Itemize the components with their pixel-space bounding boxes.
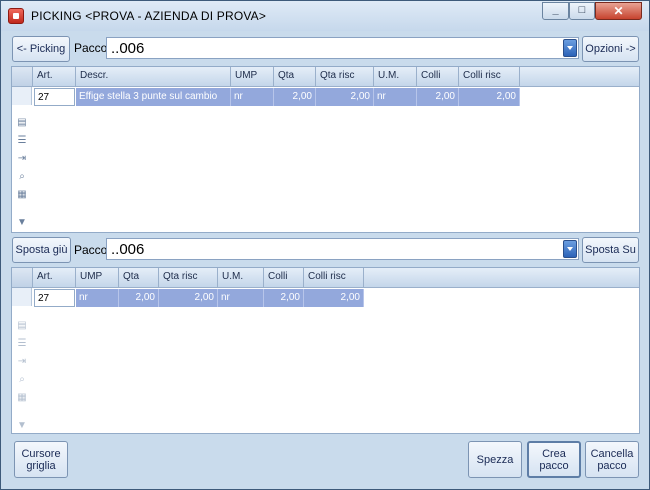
cell-ump[interactable]: nr [231, 88, 274, 106]
col-header-qta-risc[interactable]: Qta risc [159, 268, 218, 288]
col-header-um[interactable]: U.M. [218, 268, 264, 288]
maximize-icon: □ [578, 4, 586, 16]
cell-art[interactable]: 27 [34, 289, 75, 307]
pacco-value-bottom: ..006 [111, 241, 145, 258]
table-icon[interactable]: ▤ [16, 320, 28, 331]
top-grid[interactable]: Art. Descr. UMP Qta Qta risc U.M. Colli … [11, 66, 640, 233]
search-icon[interactable]: ⌕ [16, 171, 28, 182]
col-header-art[interactable]: Art. [33, 67, 76, 87]
col-header-filler [520, 67, 639, 87]
minimize-icon: _ [552, 4, 559, 16]
search-icon[interactable]: ⌕ [16, 374, 28, 385]
cell-ump[interactable]: nr [76, 289, 119, 307]
list-icon[interactable]: ☰ [16, 338, 28, 349]
pacco-combo-top[interactable]: ..006 [106, 37, 579, 59]
picking-window: PICKING <PROVA - AZIENDA DI PROVA> _ □ ✕… [0, 0, 650, 490]
row-indicator[interactable] [12, 288, 32, 306]
cell-art[interactable]: 27 [34, 88, 75, 106]
col-header-qta[interactable]: Qta [274, 67, 316, 87]
list-icon[interactable]: ☰ [16, 135, 28, 146]
cell-qta[interactable]: 2,00 [274, 88, 316, 106]
col-header-filler [364, 268, 639, 288]
grid-corner [12, 268, 33, 288]
col-header-colli-risc[interactable]: Colli risc [304, 268, 364, 288]
pacco-value-top: ..006 [111, 40, 145, 57]
move-down-button[interactable]: Sposta giù [12, 237, 71, 263]
chevron-down-icon[interactable] [563, 240, 577, 258]
row-indicator[interactable] [12, 87, 32, 105]
cell-colli[interactable]: 2,00 [417, 88, 459, 106]
pacco-label-top: Pacco [74, 41, 108, 55]
cell-colli-risc[interactable]: 2,00 [459, 88, 520, 106]
filter-icon[interactable]: ▼ [16, 217, 28, 228]
table-icon[interactable]: ▤ [16, 117, 28, 128]
grid-corner [12, 67, 33, 87]
move-up-button[interactable]: Sposta Su [582, 237, 639, 263]
insert-icon[interactable]: ⇥ [16, 153, 28, 164]
cell-um[interactable]: nr [374, 88, 417, 106]
col-header-colli[interactable]: Colli [417, 67, 459, 87]
pacco-label-bottom: Pacco [74, 243, 108, 257]
cell-um[interactable]: nr [218, 289, 264, 307]
cell-descr[interactable]: Effige stella 3 punte sul cambio [76, 88, 231, 106]
col-header-ump[interactable]: UMP [231, 67, 274, 87]
chevron-down-icon[interactable] [563, 39, 577, 57]
col-header-colli-risc[interactable]: Colli risc [459, 67, 520, 87]
col-header-descr[interactable]: Descr. [76, 67, 231, 87]
cell-qta[interactable]: 2,00 [119, 289, 159, 307]
cell-colli[interactable]: 2,00 [264, 289, 304, 307]
col-header-qta[interactable]: Qta [119, 268, 159, 288]
cell-qta-risc[interactable]: 2,00 [316, 88, 374, 106]
col-header-um[interactable]: U.M. [374, 67, 417, 87]
options-button[interactable]: Opzioni -> [582, 36, 639, 62]
columns-icon[interactable]: ▦ [16, 392, 28, 403]
split-button[interactable]: Spezza [468, 441, 522, 478]
bottom-grid[interactable]: Art. UMP Qta Qta risc U.M. Colli Colli r… [11, 267, 640, 434]
pacco-combo-bottom[interactable]: ..006 [106, 238, 579, 260]
title-bar[interactable]: PICKING <PROVA - AZIENDA DI PROVA> _ □ ✕ [1, 1, 649, 31]
close-button[interactable]: ✕ [595, 2, 642, 20]
col-header-ump[interactable]: UMP [76, 268, 119, 288]
delete-pack-button[interactable]: Cancella pacco [585, 441, 639, 478]
columns-icon[interactable]: ▦ [16, 189, 28, 200]
maximize-button[interactable]: □ [569, 2, 595, 20]
cell-qta-risc[interactable]: 2,00 [159, 289, 218, 307]
minimize-button[interactable]: _ [542, 2, 569, 20]
col-header-art[interactable]: Art. [33, 268, 76, 288]
cursor-grid-button[interactable]: Cursore griglia [14, 441, 68, 478]
create-pack-button[interactable]: Crea pacco [527, 441, 581, 478]
back-to-picking-button[interactable]: <- Picking [12, 36, 70, 62]
close-icon: ✕ [613, 4, 624, 18]
col-header-qta-risc[interactable]: Qta risc [316, 67, 374, 87]
insert-icon[interactable]: ⇥ [16, 356, 28, 367]
window-title: PICKING <PROVA - AZIENDA DI PROVA> [31, 9, 267, 23]
cell-colli-risc[interactable]: 2,00 [304, 289, 364, 307]
filter-icon[interactable]: ▼ [16, 420, 28, 431]
col-header-colli[interactable]: Colli [264, 268, 304, 288]
app-icon [8, 8, 24, 24]
